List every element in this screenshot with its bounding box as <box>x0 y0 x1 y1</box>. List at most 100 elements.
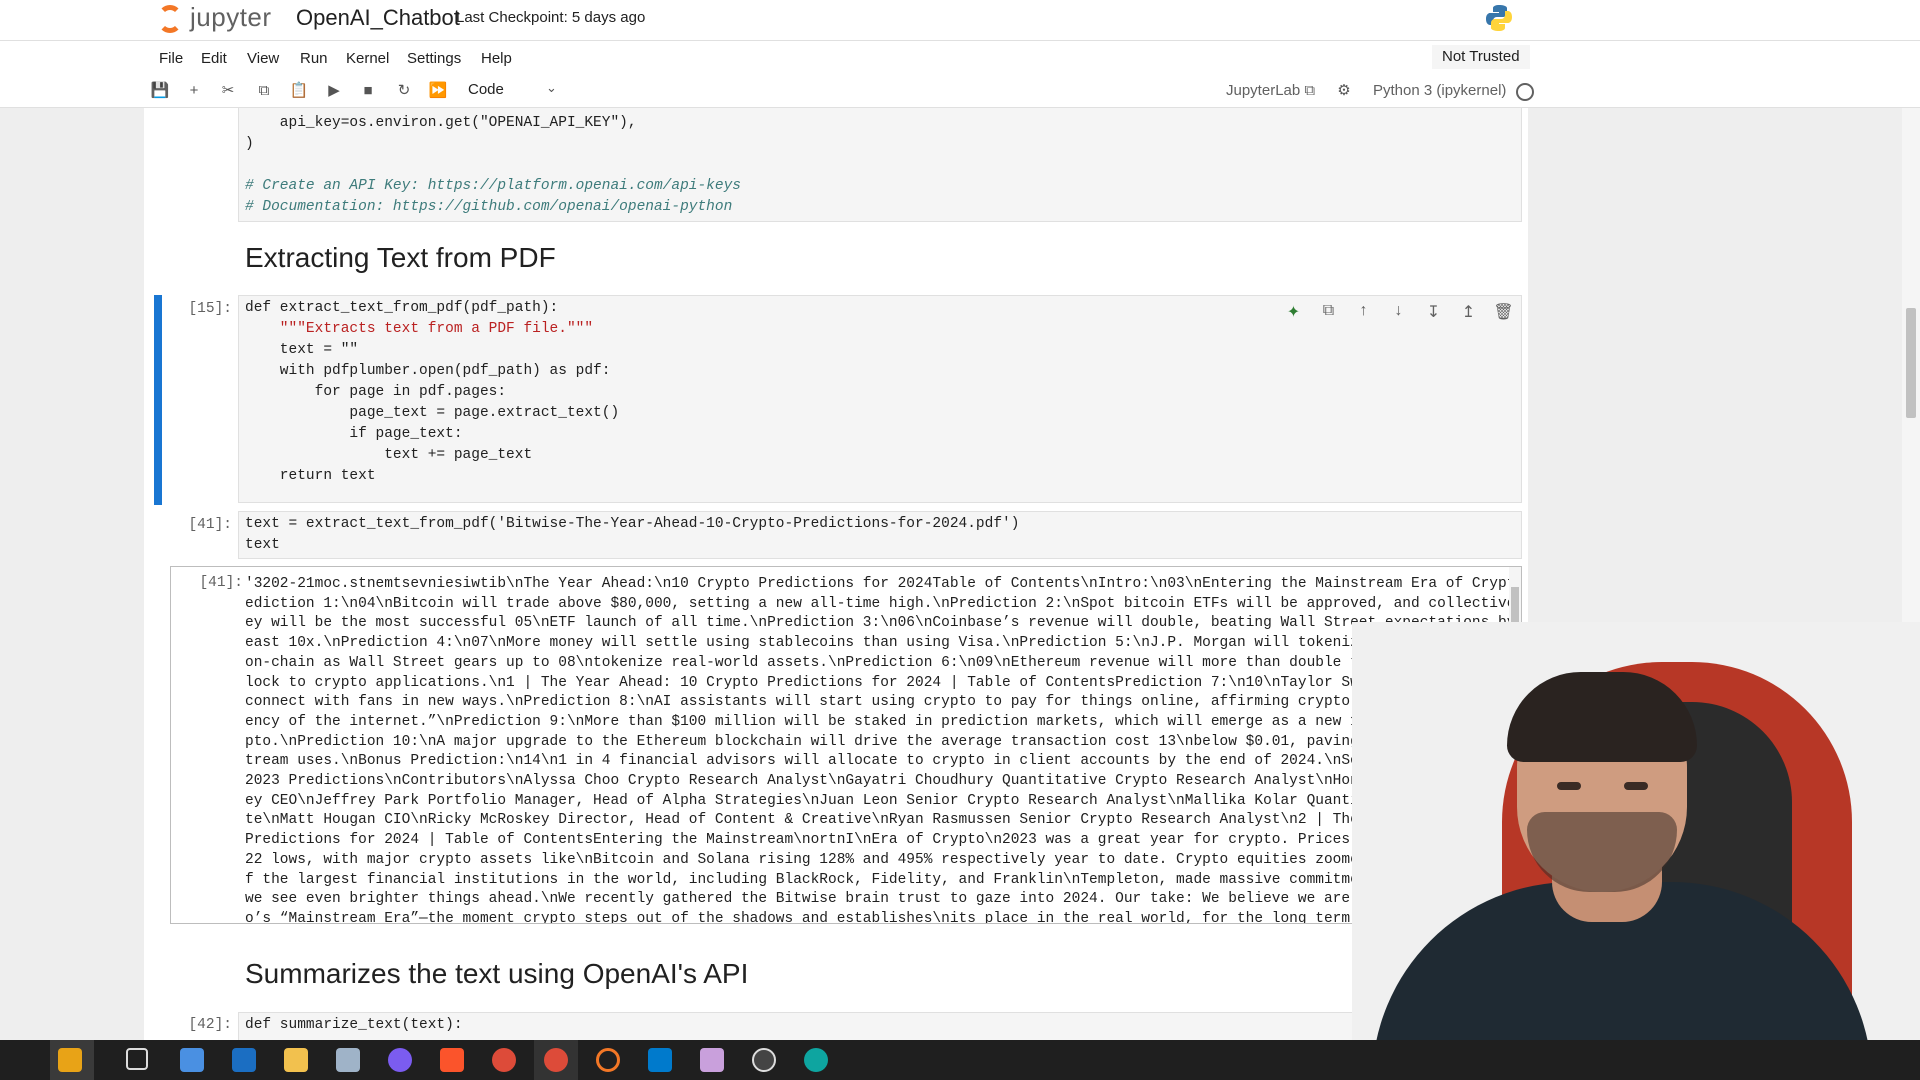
code-line: if page_text: <box>245 426 463 442</box>
output-line: 22 lows, with major crypto assets like\n… <box>245 851 1522 868</box>
active-cell-indicator <box>154 295 162 505</box>
output-line: we see even brighter things ahead.\nWe r… <box>245 891 1522 908</box>
notepad-icon[interactable] <box>336 1048 360 1072</box>
code-editor-top[interactable]: api_key=os.environ.get("OPENAI_API_KEY")… <box>238 108 1522 222</box>
notebook-title[interactable]: OpenAI_Chatbot <box>296 5 460 31</box>
code-line: return text <box>245 468 376 484</box>
code-editor-cell15[interactable]: def extract_text_from_pdf(pdf_path): """… <box>238 295 1522 503</box>
cell-prompt: [41]: <box>188 517 232 533</box>
code-editor-cell41[interactable]: text = extract_text_from_pdf('Bitwise-Th… <box>238 511 1522 559</box>
menu-kernel[interactable]: Kernel <box>346 50 389 67</box>
external-link-icon: ⧉ <box>1304 82 1316 99</box>
jupyter-logo-icon <box>158 3 184 33</box>
edge-icon[interactable] <box>804 1048 828 1072</box>
notebook-panel[interactable]: api_key=os.environ.get("OPENAI_API_KEY")… <box>144 108 1528 1040</box>
page-scrollbar-thumb[interactable] <box>1906 308 1916 418</box>
obs-icon[interactable] <box>752 1048 776 1072</box>
gear-icon[interactable]: ⚙ <box>1334 81 1354 101</box>
chrome-icon[interactable] <box>544 1048 568 1072</box>
fast-forward-icon[interactable]: ⏩ <box>428 81 448 101</box>
output-line: on-chain as Wall Street gears up to 08\n… <box>245 654 1522 671</box>
paste-icon[interactable]: 📋 <box>289 81 309 101</box>
jupyter-icon[interactable] <box>596 1048 620 1072</box>
output-line: Predictions for 2024 | Table of Contents… <box>245 832 1522 849</box>
output-line: 2023 Predictions\nContributors\nAlyssa C… <box>245 773 1522 789</box>
code-comment: # Documentation: https://github.com/open… <box>245 199 733 215</box>
kernel-status-icon <box>1516 83 1534 101</box>
chrome-icon[interactable] <box>492 1048 516 1072</box>
code-line: api_key=os.environ.get("OPENAI_API_KEY")… <box>245 115 637 131</box>
webcam-overlay <box>1352 622 1920 1042</box>
output-line: pto.\nPrediction 10:\nA major upgrade to… <box>245 733 1522 750</box>
cell-toolbar: ✦ ⧉ ↑ ↓ ↧ ↥ 🗑 <box>1276 302 1521 326</box>
copy-icon[interactable]: ⧉ <box>254 81 274 101</box>
chevron-down-icon[interactable]: ⌄ <box>546 80 557 96</box>
menu-help[interactable]: Help <box>481 50 512 67</box>
menu-settings[interactable]: Settings <box>407 50 461 67</box>
output-line: ency of the internet.”\nPrediction 9:\nM… <box>245 713 1522 730</box>
checkpoint-status: Last Checkpoint: 5 days ago <box>456 9 646 26</box>
output-scrollbar-thumb[interactable] <box>1511 587 1519 627</box>
obsidian-icon[interactable] <box>388 1048 412 1072</box>
sparkle-icon[interactable]: ✦ <box>1276 302 1311 326</box>
store-icon[interactable] <box>180 1048 204 1072</box>
cell-type-select[interactable]: Code <box>468 81 504 98</box>
menu-view[interactable]: View <box>247 50 279 67</box>
move-up-icon[interactable]: ↑ <box>1346 302 1381 326</box>
output-line: f the largest financial institutions in … <box>245 871 1522 888</box>
logo-text: jupyter <box>190 2 272 32</box>
file-explorer-icon[interactable] <box>284 1048 308 1072</box>
output-prompt: [41]: <box>199 575 243 591</box>
code-line: for page in pdf.pages: <box>245 384 507 400</box>
code-editor-cell42[interactable]: def summarize_text(text): <box>238 1012 1522 1040</box>
code-line: text <box>245 537 280 553</box>
output-line: o’s “Mainstream Era”—the moment crypto s… <box>245 910 1522 924</box>
insert-above-icon[interactable]: ↥ <box>1451 302 1486 326</box>
menu-edit[interactable]: Edit <box>201 50 227 67</box>
task-view-icon[interactable] <box>126 1048 148 1070</box>
markdown-heading: Summarizes the text using OpenAI's API <box>245 958 749 989</box>
code-line: def summarize_text(text): <box>245 1017 463 1033</box>
code-comment: # Create an API Key: https://platform.op… <box>245 178 741 194</box>
move-down-icon[interactable]: ↓ <box>1381 302 1416 326</box>
menu-run[interactable]: Run <box>300 50 328 67</box>
notebook-toolbar: 💾 + ✂ ⧉ 📋 ▶ ■ ↻ ⏩ Code ⌄ JupyterLab ⧉ ⚙ … <box>0 75 1920 108</box>
cell-prompt: [15]: <box>188 301 232 317</box>
person-eye <box>1624 782 1648 790</box>
person-eye <box>1557 782 1581 790</box>
jupyter-logo[interactable]: jupyter <box>158 2 272 33</box>
cell-output[interactable]: [41]: '3202-21moc.stnemtsevniesiwtib\nTh… <box>170 566 1522 924</box>
code-line: ) <box>245 136 254 152</box>
duplicate-icon[interactable]: ⧉ <box>1311 302 1346 326</box>
stop-icon[interactable]: ■ <box>358 81 378 101</box>
output-line: ey CEO\nJeffrey Park Portfolio Manager, … <box>245 792 1522 809</box>
mail-icon[interactable] <box>232 1048 256 1072</box>
delete-icon[interactable]: 🗑 <box>1486 302 1521 326</box>
code-line: """Extracts text from a PDF file.""" <box>245 321 594 337</box>
vscode-icon[interactable] <box>648 1048 672 1072</box>
paint-icon[interactable] <box>700 1048 724 1072</box>
brave-icon[interactable] <box>440 1048 464 1072</box>
run-icon[interactable]: ▶ <box>324 81 344 101</box>
output-line: east 10x.\nPrediction 4:\n07\nMore money… <box>245 635 1522 652</box>
output-line: '3202-21moc.stnemtsevniesiwtib\nThe Year… <box>245 576 1522 592</box>
kernel-name[interactable]: Python 3 (ipykernel) <box>1373 82 1506 99</box>
cut-icon[interactable]: ✂ <box>218 81 238 101</box>
save-icon[interactable]: 💾 <box>150 81 170 101</box>
restart-icon[interactable]: ↻ <box>394 81 414 101</box>
code-line: text = extract_text_from_pdf('Bitwise-Th… <box>245 516 1020 532</box>
code-line: def extract_text_from_pdf(pdf_path): <box>245 300 559 316</box>
trust-status-button[interactable]: Not Trusted <box>1432 45 1530 69</box>
code-line: page_text = page.extract_text() <box>245 405 620 421</box>
jupyterlab-link[interactable]: JupyterLab ⧉ <box>1226 82 1315 99</box>
code-line: with pdfplumber.open(pdf_path) as pdf: <box>245 363 611 379</box>
add-cell-icon[interactable]: + <box>184 81 204 101</box>
code-line: text = "" <box>245 342 359 358</box>
markdown-heading: Extracting Text from PDF <box>245 242 556 273</box>
insert-below-icon[interactable]: ↧ <box>1416 302 1451 326</box>
briefcase-app-icon[interactable] <box>58 1048 82 1072</box>
output-line: tream uses.\nBonus Prediction:\n14\n1 in… <box>245 753 1522 770</box>
code-line: text += page_text <box>245 447 533 463</box>
menu-file[interactable]: File <box>159 50 183 67</box>
python-logo-icon <box>1486 5 1512 31</box>
